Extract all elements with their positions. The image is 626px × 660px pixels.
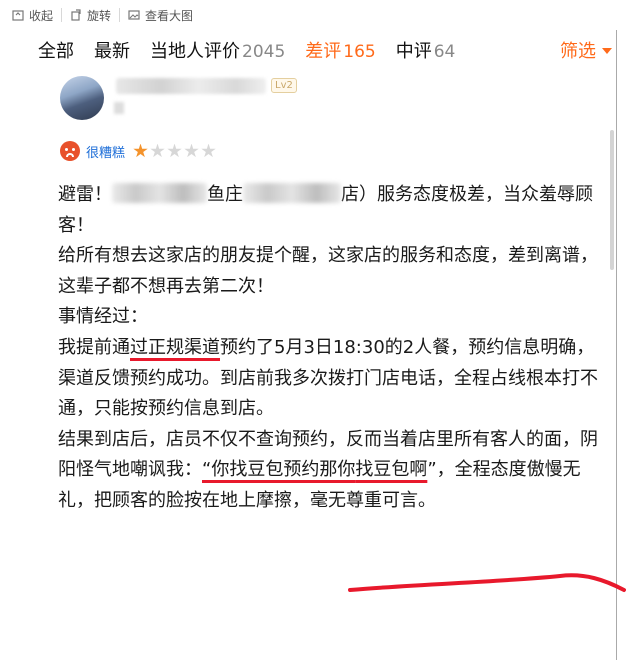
tab-mid-label: 中评	[395, 41, 432, 62]
collapse-icon	[12, 10, 24, 21]
rating-label: 很糟糕	[86, 145, 126, 161]
tab-bad-count: 165	[343, 42, 376, 62]
underlined-text: 找豆包啊	[355, 459, 428, 481]
review-paragraph: 给所有想去这家店的朋友提个醒，这家店的服务和态度，差到离谱，这辈子都不想再去第二…	[58, 245, 598, 297]
image-icon	[128, 10, 140, 20]
tab-mid-count: 64	[433, 42, 456, 62]
review-screenshot: 全部 最新 当地人评价 2045 差评 165 中评 64 筛选 Lv2 很糟糕 避雷…	[20, 30, 616, 660]
username-blurred[interactable]	[116, 78, 266, 94]
star-icon	[167, 143, 182, 158]
review-paragraph: 避雷！ 鱼庄 店）服务态度极差，当众羞辱顾客！	[58, 180, 598, 241]
tab-local-count: 2045	[242, 42, 286, 62]
filter-label: 筛选	[560, 41, 596, 62]
star-icon	[201, 143, 216, 158]
tab-bad-label: 差评	[305, 41, 342, 62]
rotate-label: 旋转	[87, 8, 112, 23]
tab-mid-reviews[interactable]: 中评 64	[396, 37, 456, 63]
star-icon	[133, 143, 148, 158]
review-paragraph: 结果到店后，店员不仅不查询预约，反而当着店里所有客人的面，阴阳怪气地嘲讽我：“你…	[58, 425, 598, 517]
tab-all[interactable]: 全部	[38, 37, 74, 63]
star-icon	[150, 143, 165, 158]
level-badge: Lv2	[271, 78, 297, 93]
user-meta-blurred	[114, 102, 124, 114]
collapse-label: 收起	[29, 8, 54, 23]
collapse-button[interactable]: 收起	[4, 0, 61, 30]
avatar[interactable]	[60, 76, 104, 120]
tab-bad-reviews[interactable]: 差评 165	[305, 37, 375, 63]
rotate-icon	[71, 9, 81, 21]
star-icon	[184, 143, 199, 158]
redacted-text	[243, 183, 341, 203]
tab-local-reviews[interactable]: 当地人评价 2045	[150, 37, 285, 63]
tab-latest[interactable]: 最新	[94, 37, 130, 63]
image-border	[616, 30, 617, 660]
tab-local-label: 当地人评价	[150, 41, 240, 62]
review-text-segment: 我提前通	[58, 336, 130, 358]
view-large-button[interactable]: 查看大图	[120, 0, 201, 30]
rotate-button[interactable]: 旋转	[62, 0, 119, 30]
review-text-segment: 鱼庄	[207, 184, 243, 205]
star-rating	[133, 143, 218, 159]
filter-button[interactable]: 筛选	[550, 30, 612, 70]
rating-row: 很糟糕	[60, 140, 218, 162]
chevron-down-icon	[602, 48, 612, 54]
angry-face-icon	[60, 141, 80, 161]
review-text-segment: 避雷！	[58, 184, 112, 205]
underlined-text: “你找豆包预约那你	[202, 459, 356, 481]
view-large-label: 查看大图	[145, 8, 194, 23]
review-text: 避雷！ 鱼庄 店）服务态度极差，当众羞辱顾客！ 给所有想去这家店的朋友提个醒，这家店…	[58, 180, 598, 517]
review-paragraph: 事情经过：	[58, 306, 148, 328]
scrollbar[interactable]	[610, 130, 614, 270]
redacted-text	[112, 183, 207, 203]
review-filter-tabs: 全部 最新 当地人评价 2045 差评 165 中评 64 筛选	[20, 30, 616, 70]
tab-latest-label: 最新	[94, 41, 130, 62]
tab-all-label: 全部	[38, 41, 74, 62]
image-viewer-toolbar: 收起 旋转 查看大图	[0, 0, 626, 30]
underlined-text: 过正规渠道	[130, 336, 220, 358]
review-paragraph: 我提前通过正规渠道预约了5月3日18:30的2人餐，预约信息明确，渠道反馈预约成…	[58, 333, 598, 425]
